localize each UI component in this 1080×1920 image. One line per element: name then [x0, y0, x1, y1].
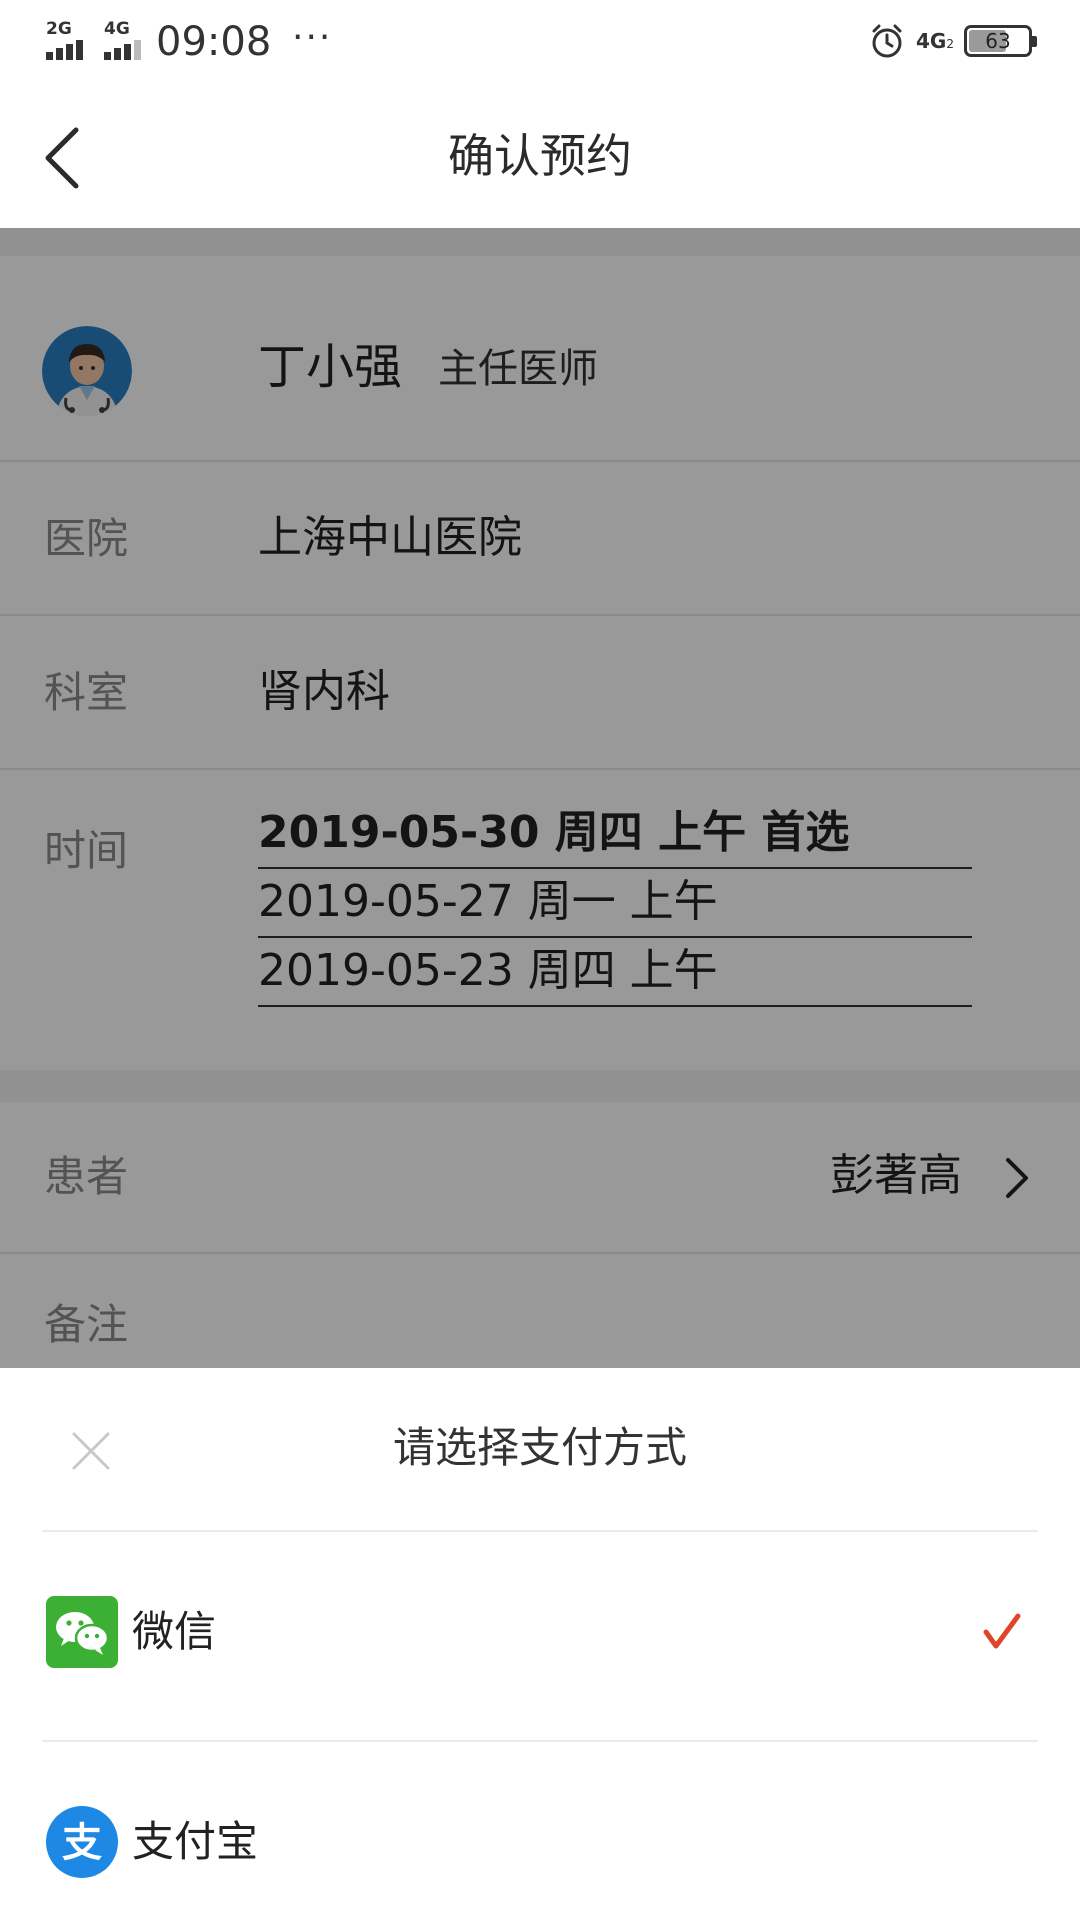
payment-method-sheet: 请选择支付方式 微信 支 支付宝: [0, 1368, 1080, 1920]
wechat-icon: [46, 1596, 118, 1668]
alarm-icon: [872, 24, 902, 58]
sheet-title: 请选择支付方式: [392, 1423, 687, 1472]
modal-overlay[interactable]: [0, 228, 1080, 1368]
status-more: ···: [292, 17, 333, 58]
status-bar: 2G 4G 09:08 ··· 4G2 63: [0, 0, 1080, 86]
status-time: 09:08: [156, 19, 272, 65]
nav-bar: 确认预约: [0, 86, 1080, 228]
alipay-icon: 支: [46, 1806, 118, 1878]
battery-level: 63: [985, 29, 1011, 53]
payment-label: 微信: [132, 1607, 217, 1656]
signal-4g-icon: 4G: [104, 20, 148, 60]
network-4g-icon: 4G2: [916, 29, 954, 53]
page-title: 确认预约: [448, 129, 632, 183]
payment-option-alipay[interactable]: 支 支付宝: [0, 1742, 1080, 1920]
signal-2g-icon: 2G: [46, 20, 90, 60]
svg-text:支: 支: [62, 1820, 102, 1866]
battery-icon: 63: [964, 25, 1037, 57]
payment-label: 支付宝: [132, 1817, 259, 1866]
check-icon: [983, 1613, 1021, 1649]
payment-option-wechat[interactable]: 微信: [0, 1532, 1080, 1732]
